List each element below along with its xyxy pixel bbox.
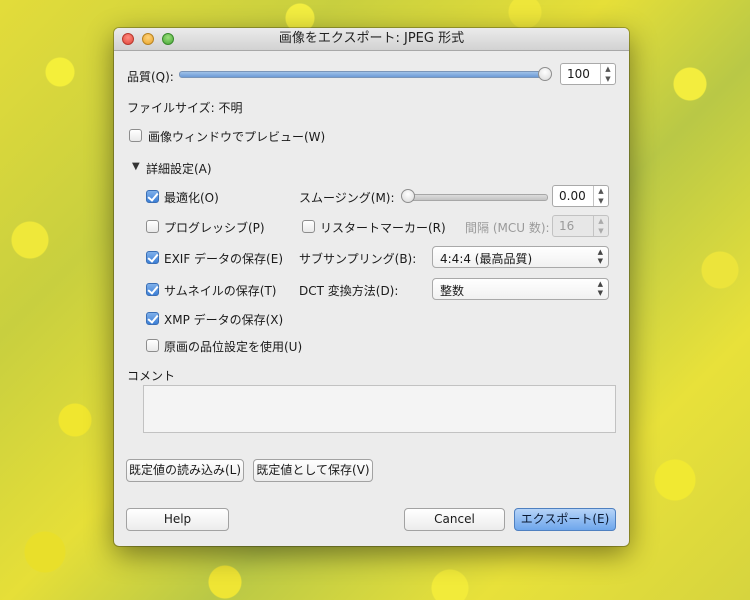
restart-marker-label[interactable]: リスタートマーカー(R) [320,219,446,236]
updown-arrows-icon: ▲ ▼ [597,248,603,265]
updown-arrows-icon: ▲ ▼ [597,280,603,297]
advanced-label[interactable]: 詳細設定(A) [146,160,212,177]
dct-label: DCT 変換方法(D): [299,284,399,298]
file-size-label: ファイルサイズ: 不明 [127,101,243,115]
xmp-checkbox[interactable] [146,312,159,325]
help-button[interactable]: Help [126,508,229,531]
spin-arrows-icon: ▲ ▼ [593,216,608,236]
progressive-label[interactable]: プログレッシブ(P) [164,219,265,236]
interval-label: 間隔 (MCU 数): [465,221,550,235]
preview-label[interactable]: 画像ウィンドウでプレビュー(W) [148,128,325,145]
progressive-checkbox[interactable] [146,220,159,233]
export-dialog: 画像をエクスポート: JPEG 形式 品質(Q): 100 ▲ ▼ ファイルサイズ… [114,28,629,546]
export-button[interactable]: エクスポート(E) [514,508,616,531]
xmp-label[interactable]: XMP データの保存(X) [164,311,283,328]
subsampling-label: サブサンプリング(B): [299,252,417,266]
comment-label: コメント [127,369,176,383]
quality-value: 100 [567,67,590,81]
title-bar[interactable]: 画像をエクスポート: JPEG 形式 [114,28,629,51]
preview-checkbox[interactable] [129,129,142,142]
quality-slider[interactable] [179,71,549,78]
exif-checkbox[interactable] [146,251,159,264]
smoothing-spinbox[interactable]: 0.00 ▲ ▼ [552,185,609,207]
spin-arrows-icon[interactable]: ▲ ▼ [593,186,608,206]
optimize-label[interactable]: 最適化(O) [164,189,219,206]
exif-label[interactable]: EXIF データの保存(E) [164,250,283,267]
thumbnail-label[interactable]: サムネイルの保存(T) [164,282,276,299]
quality-label: 品質(Q): [127,70,174,84]
smoothing-slider[interactable] [404,194,548,201]
close-icon[interactable] [122,33,134,45]
dct-select[interactable]: 整数 ▲ ▼ [432,278,609,300]
cancel-button[interactable]: Cancel [404,508,505,531]
dct-value: 整数 [440,284,465,298]
original-quality-checkbox[interactable] [146,339,159,352]
optimize-checkbox[interactable] [146,190,159,203]
interval-spinbox: 16 ▲ ▼ [552,215,609,237]
save-defaults-button[interactable]: 既定値として保存(V) [253,459,373,482]
quality-spinbox[interactable]: 100 ▲ ▼ [560,63,616,85]
smoothing-value: 0.00 [559,189,586,203]
subsampling-select[interactable]: 4:4:4 (最高品質) ▲ ▼ [432,246,609,268]
spin-arrows-icon[interactable]: ▲ ▼ [600,64,615,84]
quality-slider-knob[interactable] [538,67,552,81]
restart-marker-checkbox[interactable] [302,220,315,233]
disclosure-triangle-icon[interactable]: ▼ [132,161,140,172]
subsampling-value: 4:4:4 (最高品質) [440,252,533,266]
smoothing-slider-knob[interactable] [401,189,415,203]
comment-textarea[interactable] [143,385,616,433]
original-quality-label[interactable]: 原画の品位設定を使用(U) [164,338,302,355]
minimize-icon[interactable] [142,33,154,45]
smoothing-label: スムージング(M): [299,191,395,205]
thumbnail-checkbox[interactable] [146,283,159,296]
load-defaults-button[interactable]: 既定値の読み込み(L) [126,459,244,482]
window-title: 画像をエクスポート: JPEG 形式 [278,31,465,46]
maximize-icon[interactable] [162,33,174,45]
interval-value: 16 [559,219,575,233]
